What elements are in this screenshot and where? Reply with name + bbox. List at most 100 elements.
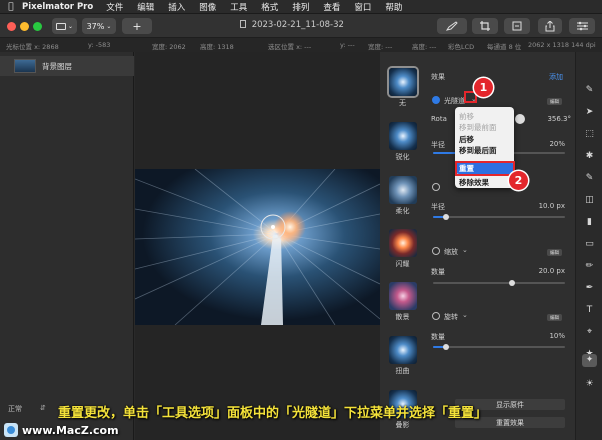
effect-label-soften: 柔化 [395,207,410,215]
chevron-down-icon: ⌄ [106,22,112,30]
share-button[interactable] [538,18,562,34]
menu-edit[interactable]: 编辑 [137,1,154,13]
zoom-amount-value: 20.0 px [538,267,565,275]
menu-arrange[interactable]: 排列 [292,1,309,13]
zoom-effect-edit-button[interactable]: 编辑 [547,249,562,256]
layer-thumbnail [14,59,36,73]
tool-options-button[interactable] [569,18,595,34]
effect-thumb-soften[interactable] [389,176,417,204]
spin-effect-dropdown-icon[interactable]: ⌄ [462,311,468,319]
eraser-tool-icon[interactable]: ▭ [582,238,597,251]
light-tunnel-checkbox[interactable] [432,96,440,104]
effect-thumb-shine[interactable] [389,229,417,257]
effect-label-distort: 扭曲 [395,367,410,375]
tunnel-radius-value: 20% [549,140,565,148]
document-title: 2023-02-21_11-08-32 [240,20,344,30]
share-icon [545,20,555,31]
lasso-tool-icon[interactable]: ✱ [582,150,597,163]
layers-sidebar: 背景图层 正常 ⇵ [0,52,134,440]
minimize-window-button[interactable] [20,22,29,31]
canvas-area[interactable] [135,52,380,440]
arrange-tool-icon[interactable]: ➤ [582,106,597,119]
menu-insert[interactable]: 插入 [168,1,185,13]
spin-effect-edit-button[interactable]: 编辑 [547,314,562,321]
effects-header: 效果 [431,73,445,81]
spin-amount-slider[interactable] [433,344,565,350]
app-window:  Pixelmator Pro 文件 编辑 插入 图像 工具 格式 排列 查看… [0,0,602,440]
selection-y: y: --- [340,41,355,49]
light-tunnel-edit-button[interactable]: 编辑 [547,98,562,105]
zoom-menu[interactable]: 37% ⌄ [82,18,116,34]
style-tool-icon[interactable]: ✎ [582,84,597,97]
tunnel-radius-label: 半径 [431,141,445,149]
app-menu[interactable]: Pixelmator Pro [22,2,93,12]
menu-item-remove-effect[interactable]: 移除效果 [459,177,489,188]
effect-label-bokeh: 散景 [395,313,410,321]
slider-knob[interactable] [443,214,450,220]
color-picker-icon[interactable]: ✎ [582,172,597,185]
selection-x: 选区位置 x: --- [268,43,312,51]
crop-icon [480,21,490,31]
gradient-tool-icon[interactable]: ▮ [582,216,597,229]
zoom-amount-slider[interactable] [433,280,565,286]
effect-thumb-bokeh[interactable] [389,282,417,310]
menu-format[interactable]: 格式 [261,1,278,13]
view-mode-button[interactable]: ⌄ [52,18,77,34]
menu-item-move-backward[interactable]: 后移 [459,134,474,145]
crop-tool-icon[interactable]: ⌖ [582,326,597,339]
soften-checkbox[interactable] [432,183,440,191]
zoom-effect-dropdown-icon[interactable]: ⌄ [462,246,468,254]
light-tunnel-name: 光隧道 [444,97,465,105]
zoom-effect-name: 缩放 [444,248,458,256]
effect-label-shine: 闪耀 [395,260,410,268]
crop-button[interactable] [472,18,498,34]
soften-radius-slider[interactable] [433,214,565,220]
spin-amount-value: 10% [549,332,565,340]
close-window-button[interactable] [7,22,16,31]
rotation-dial[interactable] [515,114,525,124]
canvas-width: 宽度: 2062 [152,43,186,51]
style-tool-button[interactable] [437,18,467,34]
add-button[interactable]: + [122,18,152,34]
zoom-effect-checkbox[interactable] [432,247,440,255]
zoom-window-button[interactable] [33,22,42,31]
add-effect-button[interactable]: 添加 [549,72,563,82]
chevron-down-icon: ⌄ [67,22,74,30]
effect-thumb-none[interactable] [389,68,417,96]
spin-amount-label: 数量 [431,333,445,341]
spin-effect-name: 旋转 [444,313,458,321]
spin-effect-checkbox[interactable] [432,312,440,320]
share-button-left[interactable] [504,18,530,34]
zoom-level: 37% [86,21,105,31]
effect-label-none: 无 [399,99,406,107]
menu-tools[interactable]: 工具 [230,1,247,13]
paint-tool-icon[interactable]: ✏ [582,260,597,273]
apple-menu-icon[interactable]:  [0,2,22,12]
layer-item[interactable]: 背景图层 [0,56,134,76]
chevron-updown-icon: ⇵ [40,404,46,412]
slider-knob[interactable] [443,344,450,350]
menu-item-move-to-back[interactable]: 移到最后面 [459,145,497,156]
blend-mode-select[interactable]: 正常 [8,404,22,414]
rotation-label: Rota [431,115,447,123]
paintbrush-icon [446,21,458,31]
effects-tool-icon[interactable]: ✦ [582,354,597,367]
menu-help[interactable]: 帮助 [385,1,402,13]
menu-view[interactable]: 查看 [323,1,340,13]
effect-thumb-distort[interactable] [389,336,417,364]
rotation-value: 356.3° [547,115,571,123]
canvas-height: 高度: 1318 [200,43,234,51]
menu-image[interactable]: 图像 [199,1,216,13]
effect-thumb-sharpen[interactable] [389,122,417,150]
adjust-tool-icon[interactable]: ☀ [582,378,597,391]
menu-window[interactable]: 窗口 [354,1,371,13]
menu-file[interactable]: 文件 [106,1,123,13]
bit-depth: 每通道 8 位 [487,43,522,51]
text-tool-icon[interactable]: T [582,304,597,317]
slider-knob[interactable] [509,280,516,286]
paint-bucket-icon[interactable]: ◫ [582,194,597,207]
pen-tool-icon[interactable]: ✒ [582,282,597,295]
toolbar: ⌄ 37% ⌄ + 2023-02-21_11-08-32 [0,14,602,38]
selection-tool-icon[interactable]: ⬚ [582,128,597,141]
cursor-y: y: -583 [88,41,111,49]
